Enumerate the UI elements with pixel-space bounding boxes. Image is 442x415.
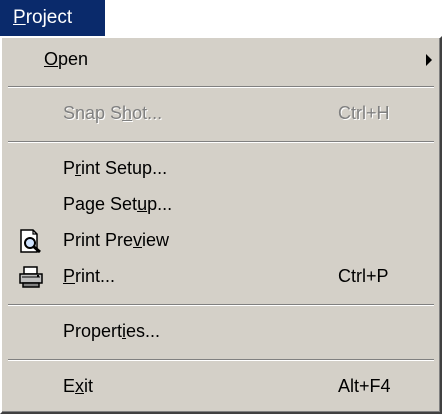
submenu-arrow-icon xyxy=(426,54,432,66)
printer-icon xyxy=(18,265,44,289)
menu-item-print-label: Print... xyxy=(63,266,116,286)
menu-separator xyxy=(8,304,434,306)
menu-item-exit-shortcut: Alt+F4 xyxy=(338,376,391,396)
menu-separator xyxy=(8,141,434,143)
menu-item-page-setup-label: Page Setup... xyxy=(63,194,173,214)
menu-project-title[interactable]: Project xyxy=(0,0,105,36)
menu-item-print-setup-label: Print Setup... xyxy=(63,158,168,178)
menu-item-print-setup[interactable]: Print Setup... xyxy=(2,151,440,187)
menu-item-page-setup[interactable]: Page Setup... xyxy=(2,187,440,223)
menu-item-snapshot-shortcut: Ctrl+H xyxy=(338,103,390,123)
menu-item-properties[interactable]: Properties... xyxy=(2,314,440,350)
menu-separator xyxy=(8,359,434,361)
menu-item-open[interactable]: Open xyxy=(2,42,440,78)
menu-title-rest: roject xyxy=(25,7,73,28)
print-preview-icon xyxy=(18,229,44,254)
menu-item-open-label: Open xyxy=(44,49,89,69)
menu-item-snapshot: Snap Shot... Ctrl+H xyxy=(2,96,440,132)
menu-item-print-shortcut: Ctrl+P xyxy=(338,266,389,286)
menu-item-print-preview[interactable]: Print Preview xyxy=(2,223,440,259)
menu-item-print[interactable]: Print... Ctrl+P xyxy=(2,259,440,295)
menu-item-exit[interactable]: Exit Alt+F4 xyxy=(2,369,440,405)
menu-title-mnemonic: P xyxy=(13,7,26,28)
menu-item-exit-label: Exit xyxy=(63,376,94,396)
menu-item-snapshot-label: Snap Shot... xyxy=(63,103,163,123)
menu-separator xyxy=(8,86,434,88)
project-dropdown-menu: Open Snap Shot... Ctrl+H Print Setup... … xyxy=(0,36,442,414)
menu-item-print-preview-label: Print Preview xyxy=(63,230,170,250)
menu-item-properties-label: Properties... xyxy=(63,321,161,341)
